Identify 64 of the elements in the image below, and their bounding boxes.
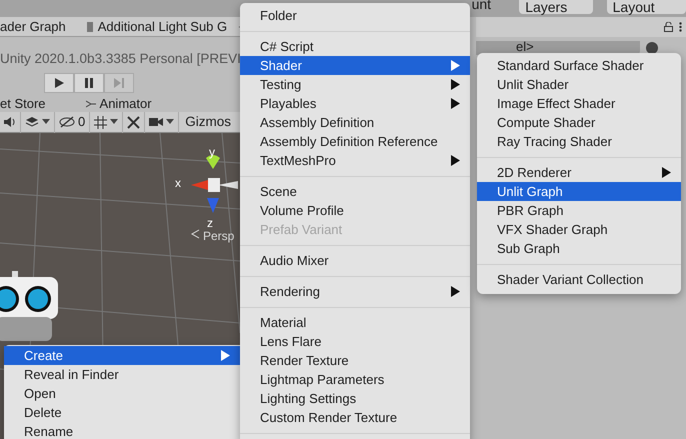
caret-icon[interactable] [42,119,50,125]
menu-item[interactable]: Playables [240,94,470,113]
play-button[interactable] [44,73,74,93]
menu-item[interactable]: TextMeshPro [240,151,470,170]
menu-item[interactable]: Create [4,346,240,365]
step-icon [113,77,125,89]
menu-item[interactable]: Folder [240,6,470,25]
pause-button[interactable] [74,73,104,93]
menu-item[interactable]: Audio Mixer [240,251,470,270]
chevron-icon [191,229,200,239]
hidden-eye-icon[interactable] [59,116,75,128]
caret-icon[interactable] [166,119,174,125]
menu-item[interactable]: Unlit Graph [477,182,681,201]
menu-item[interactable]: 2D Renderer [477,163,681,182]
audio-icon[interactable] [4,116,16,128]
grid-icon[interactable] [94,116,108,128]
menu-item[interactable]: Unlit Shader [477,75,681,94]
menu-item[interactable]: Rendering [240,282,470,301]
menu-item[interactable]: Open [4,384,240,403]
x-axis-label: x [175,175,181,192]
menu-item[interactable]: Lightmap Parameters [240,370,470,389]
y-axis-label: y [209,144,215,161]
file-icon [86,20,94,32]
layout-dropdown[interactable]: Layout [606,0,686,14]
menu-item[interactable]: Reveal in Finder [4,365,240,384]
menu-item[interactable]: Render Texture [240,351,470,370]
menu-item[interactable]: PBR Graph [477,201,681,220]
panel-tab[interactable]: et Store [0,94,46,114]
menu-item[interactable]: C# Script [240,37,470,56]
layers-icon[interactable] [25,116,39,128]
play-icon [53,77,65,89]
menu-item[interactable]: Rename [4,422,240,439]
editor-tab[interactable]: Additional Light Sub G [72,17,234,36]
window-title: Unity 2020.1.0b3.3385 Personal [PREVI [0,51,240,67]
menu-item[interactable]: Scene [240,182,470,201]
menu-item[interactable]: Sub Graph [477,239,681,258]
menu-item[interactable]: Ray Tracing Shader [477,132,681,151]
menu-item[interactable]: Shader [240,56,470,75]
lock-icon[interactable] [664,22,673,32]
camera-icon[interactable] [149,117,164,127]
menu-item[interactable]: Lighting Settings [240,389,470,408]
menu-item[interactable]: Volume Profile [240,201,470,220]
layers-dropdown[interactable]: Layers [519,0,593,14]
menu-item[interactable]: Delete [4,403,240,422]
menu-item[interactable]: Assembly Definition [240,113,470,132]
hidden-count: 0 [78,113,86,132]
account-dropdown[interactable]: unt [472,0,512,17]
menu-item[interactable]: Testing [240,75,470,94]
caret-icon[interactable] [110,119,118,125]
menu-item[interactable]: Image Effect Shader [477,94,681,113]
menu-item[interactable]: Material [240,313,470,332]
menu-item[interactable]: Custom Render Texture [240,408,470,427]
menu-item[interactable]: Standard Surface Shader [477,56,681,75]
menu-item[interactable]: Compute Shader [477,113,681,132]
editor-tab[interactable]: ader Graph [0,17,72,36]
menu-item[interactable]: Assembly Definition Reference [240,132,470,151]
animator-icon [86,100,96,108]
pause-icon [83,77,95,89]
panel-tab[interactable]: Animator [86,94,152,114]
menu-item[interactable]: VFX Shader Graph [477,220,681,239]
menu-item[interactable]: Lens Flare [240,332,470,351]
gizmos-dropdown[interactable]: Gizmos [179,112,231,132]
more-icon[interactable] [679,22,682,32]
menu-item[interactable]: Shader Variant Collection [477,270,681,289]
